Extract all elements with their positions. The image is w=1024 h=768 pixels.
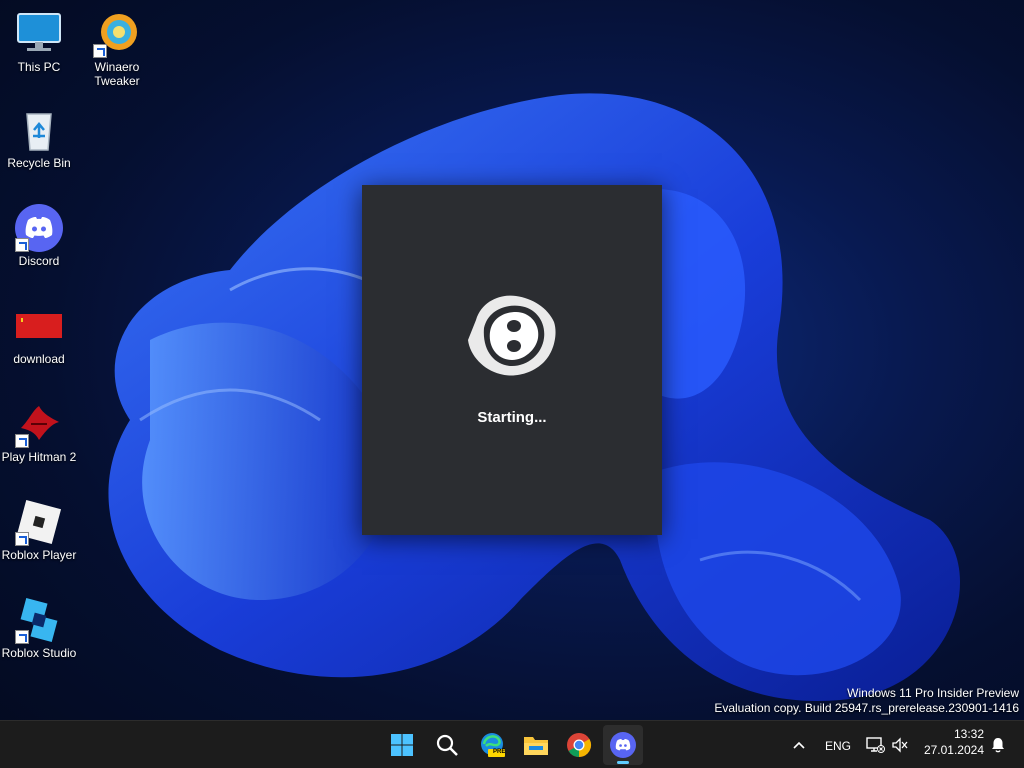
taskbar: PRE ENG 13:32 27.01.2024 [0,720,1024,768]
desktop-icon-roblox-player[interactable]: Roblox Player [0,498,78,562]
shortcut-arrow-icon [15,434,29,448]
discord-icon [15,204,63,252]
desktop-icon-label: Play Hitman 2 [1,450,77,464]
roblox-icon [15,498,63,546]
shortcut-arrow-icon [15,532,29,546]
monitor-icon [15,10,63,58]
roblox-studio-icon [15,596,63,644]
discord-taskbar-button[interactable] [603,725,643,765]
search-button[interactable] [427,725,467,765]
clock[interactable]: 13:32 27.01.2024 [918,727,984,757]
chrome-icon [567,733,592,757]
desktop-icon-discord[interactable]: Discord [0,204,78,268]
clock-date: 27.01.2024 [923,743,984,757]
volume-button[interactable] [888,725,912,765]
desktop-icon-label: Recycle Bin [7,156,71,170]
shortcut-arrow-icon [93,44,107,58]
desktop-icon-label: Winaero [94,60,140,74]
file-explorer-button[interactable] [516,725,556,765]
discord-splash-window[interactable]: Starting... [362,185,662,535]
winaero-tweaker-icon [93,10,141,58]
edge-preview-button[interactable]: PRE [472,725,512,765]
desktop-icon-this-pc[interactable]: This PC [0,10,78,74]
evaluation-watermark: Windows 11 Pro Insider Preview Evaluatio… [714,686,1019,716]
input-language-indicator[interactable]: ENG [825,739,851,753]
desktop-icon-label: Roblox Player [1,548,77,562]
volume-muted-icon [892,737,908,753]
desktop-icon-recycle-bin[interactable]: Recycle Bin [0,106,78,170]
desktop-icon-play-hitman-2[interactable]: Play Hitman 2 [0,400,78,464]
chrome-button[interactable] [559,725,599,765]
windows-start-icon [391,734,413,756]
splash-status-text: Starting... [477,409,547,426]
flag-image-icon [15,302,63,350]
desktop-icon-download[interactable]: download [0,302,78,366]
active-app-indicator [617,761,629,764]
notifications-button[interactable] [986,725,1010,765]
network-disconnected-icon [866,737,885,753]
hitman-icon [15,400,63,448]
watermark-line-2: Evaluation copy. Build 25947.rs_prerelea… [714,701,1019,715]
desktop-icon-label: Discord [18,254,60,268]
recycle-bin-icon [15,106,63,154]
desktop-icon-winaero-tweaker[interactable]: Winaero Tweaker [78,10,156,88]
desktop-icon-label: download [13,352,65,366]
watermark-line-1: Windows 11 Pro Insider Preview [847,686,1019,700]
shortcut-arrow-icon [15,630,29,644]
discord-loading-icon [468,295,556,376]
start-button[interactable] [382,725,422,765]
desktop-icon-label: Tweaker [94,74,140,88]
bell-icon [992,738,1004,753]
show-hidden-icons-button[interactable] [784,725,814,765]
network-button[interactable] [862,725,888,765]
clock-time: 13:32 [953,727,984,741]
desktop-icon-roblox-studio[interactable]: Roblox Studio [0,596,78,660]
search-icon [436,734,458,756]
pre-badge: PRE [493,749,506,755]
discord-icon [610,732,636,758]
file-explorer-icon [524,737,548,755]
shortcut-arrow-icon [15,238,29,252]
desktop-icon-label: Roblox Studio [1,646,77,660]
desktop-icon-label: This PC [17,60,61,74]
chevron-up-icon [793,741,805,749]
